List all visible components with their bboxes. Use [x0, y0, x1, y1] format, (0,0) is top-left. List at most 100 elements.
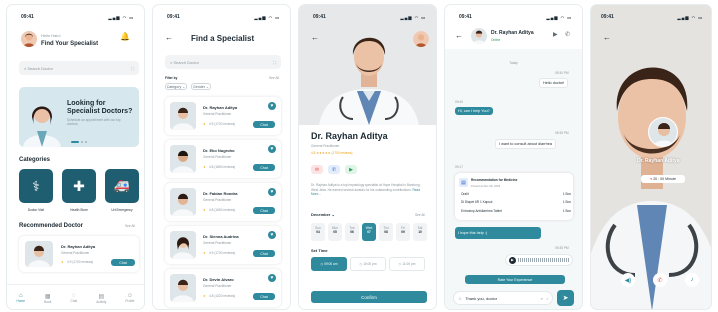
self-view-avatar: [648, 117, 678, 147]
call-timer: ● 20 : 00 Minute: [641, 175, 685, 183]
doctor-avatar: [471, 28, 487, 44]
recommended-title: Recommended Doctor: [19, 223, 84, 229]
user-avatar[interactable]: [413, 31, 429, 47]
date-cell[interactable]: Tue 06: [345, 223, 359, 241]
speaker-icon[interactable]: ◀): [621, 273, 635, 287]
banner-subtitle: Schedule an appointment with our top doc…: [67, 118, 121, 126]
see-all-link[interactable]: See All: [269, 76, 279, 80]
chat-button[interactable]: Chat: [253, 207, 275, 214]
month-selector[interactable]: December ⌄: [311, 212, 335, 217]
phone-icon[interactable]: ✆: [328, 165, 340, 174]
user-avatar[interactable]: [21, 31, 37, 47]
favorite-heart-icon[interactable]: ♥: [268, 145, 276, 153]
doctor-card[interactable]: Dr. Devin Alvaro General Practitioner ★ …: [165, 269, 281, 307]
promo-banner[interactable]: Looking for Specialist Doctors? Schedule…: [19, 87, 139, 147]
filter-gender-dropdown[interactable]: Gender ⌄: [191, 83, 211, 90]
doctor-avatar: [170, 274, 196, 302]
category-emergency[interactable]: 🚑 Urt Emergency: [105, 169, 139, 212]
scan-icon[interactable]: ⛶: [131, 66, 134, 71]
chat-button[interactable]: Chat: [253, 164, 275, 171]
nav-book[interactable]: ▦ Book: [44, 293, 51, 304]
play-icon[interactable]: ▶: [509, 256, 516, 264]
categories-title: Categories: [19, 157, 51, 163]
nav-activity[interactable]: ▤ Activity: [96, 293, 106, 304]
back-arrow-icon[interactable]: ←: [311, 33, 319, 42]
date-picker: Sun 04 Mon 05 Tue 06 Wed 07 Thu 08 Fri 09 Sat 1…: [311, 223, 431, 241]
star-icon: ★: [61, 260, 64, 264]
doctor-avatar: [170, 231, 196, 259]
chat-button[interactable]: Chat: [253, 293, 275, 300]
date-cell[interactable]: Fri 09: [396, 223, 410, 241]
favorite-heart-icon[interactable]: ♥: [268, 102, 276, 110]
favorite-heart-icon[interactable]: ♥: [268, 188, 276, 196]
confirm-button[interactable]: Confirm: [311, 291, 427, 303]
filter-category-dropdown[interactable]: Category ⌄: [165, 83, 187, 90]
message-outgoing: Hello doctor!: [539, 78, 569, 88]
recommended-doctor-card[interactable]: Dr. Rayhan Aditya General Practitioner ★…: [19, 236, 139, 272]
see-all-link[interactable]: See All: [125, 224, 135, 228]
categories-list: ⚕ Doctor Visit ✚ Health Store 🚑 Urt Emer…: [19, 169, 139, 212]
search-input[interactable]: ⌕ Search Doctor ⛶: [19, 61, 139, 75]
date-cell[interactable]: Thu 08: [379, 223, 393, 241]
scan-icon[interactable]: ⛶: [273, 60, 276, 65]
chat-button[interactable]: Chat: [253, 121, 275, 128]
category-health-store[interactable]: ✚ Health Store: [62, 169, 96, 212]
mic-icon[interactable]: ♪: [546, 296, 548, 301]
video-call-icon[interactable]: ▶: [553, 31, 558, 38]
doctor-card[interactable]: Dr. Sienna Audrina General Practitioner …: [165, 226, 281, 264]
medicine-recommendation-card[interactable]: ▤ Recommendation for Medicine Posted at …: [455, 173, 573, 220]
send-button[interactable]: ➤: [557, 290, 574, 306]
favorite-heart-icon[interactable]: ♥: [268, 231, 276, 239]
voice-message[interactable]: ▶: [505, 254, 573, 266]
chat-button[interactable]: Chat: [111, 259, 135, 266]
stethoscope-icon: ⚕: [19, 169, 53, 203]
doctor-rating: 4.8 ★★★★★ (1700 reviews): [311, 151, 353, 155]
notification-bell-icon[interactable]: 🔔: [120, 32, 130, 41]
medicine-row: Entrostop Antidiarrhea Tablet 1 Box: [461, 209, 571, 213]
emoji-icon[interactable]: ☺: [458, 296, 462, 301]
search-input[interactable]: ⌕ Search Doctor ⛶: [165, 55, 281, 69]
phone-call-icon[interactable]: ✆: [565, 31, 570, 38]
star-icon: ★: [203, 122, 206, 126]
filter-label: Filter by: [165, 76, 178, 80]
microphone-icon[interactable]: ♪: [685, 273, 699, 287]
see-all-link[interactable]: See All: [415, 213, 425, 217]
doctor-card[interactable]: Dr. Fabian Rondra General Practitioner ★…: [165, 183, 281, 221]
end-call-icon[interactable]: ✆: [653, 273, 667, 287]
date-cell-selected[interactable]: Wed 07: [362, 223, 376, 241]
calendar-icon: ▦: [44, 293, 51, 300]
chat-header: [445, 5, 582, 49]
activity-icon: ▤: [98, 293, 105, 300]
category-doctor-visit[interactable]: ⚕ Doctor Visit: [19, 169, 53, 212]
doctor-avatar: [25, 241, 53, 267]
nav-chat[interactable]: ◌ Chat: [70, 293, 77, 303]
video-icon[interactable]: ▶: [345, 165, 357, 174]
back-arrow-icon[interactable]: ←: [455, 31, 463, 40]
chat-button[interactable]: Chat: [253, 250, 275, 257]
back-arrow-icon[interactable]: ←: [603, 33, 611, 42]
attach-icon[interactable]: ⌕: [541, 296, 543, 301]
audio-waveform: [518, 258, 569, 262]
doctor-card[interactable]: Dr. Eko Nugroho General Practitioner ★ 4…: [165, 140, 281, 178]
message-input[interactable]: ☺ Thank you, doctor ⌕ ♪: [453, 291, 553, 305]
date-cell[interactable]: Sun 04: [311, 223, 325, 241]
time-slot-selected[interactable]: ◷ 09:00 am: [311, 257, 347, 271]
star-icon: ★: [203, 251, 206, 255]
date-cell[interactable]: Sat 10: [413, 223, 427, 241]
banner-title: Looking for Specialist Doctors?: [67, 100, 133, 115]
message-icon[interactable]: ✉: [311, 165, 323, 174]
time-slot[interactable]: ◷ 10:00 pm: [350, 257, 386, 271]
doctor-card[interactable]: Dr. Rayhan Aditya General Practitioner ★…: [165, 97, 281, 135]
rate-experience-button[interactable]: Rate Your Experience: [465, 275, 565, 284]
doctor-avatar: [170, 102, 196, 130]
favorite-heart-icon[interactable]: ♥: [268, 274, 276, 282]
nav-home[interactable]: ⌂ Home: [17, 293, 26, 303]
back-arrow-icon[interactable]: ←: [165, 33, 173, 42]
time-slot[interactable]: ◷ 11:00 pm: [389, 257, 425, 271]
ambulance-icon: 🚑: [105, 169, 139, 203]
bottom-nav: ⌂ Home ▦ Book ◌ Chat ▤ Activity ☺ Profile: [7, 284, 144, 309]
phone-video-call: 09:41 ▂▄▆ ◠ ▭ ← Dr. Rayhan Aditya ● 20 : …: [590, 4, 712, 310]
nav-profile[interactable]: ☺ Profile: [125, 293, 134, 303]
status-bar: 09:41 ▂▄▆ ◠ ▭: [601, 14, 703, 20]
date-cell[interactable]: Mon 05: [328, 223, 342, 241]
